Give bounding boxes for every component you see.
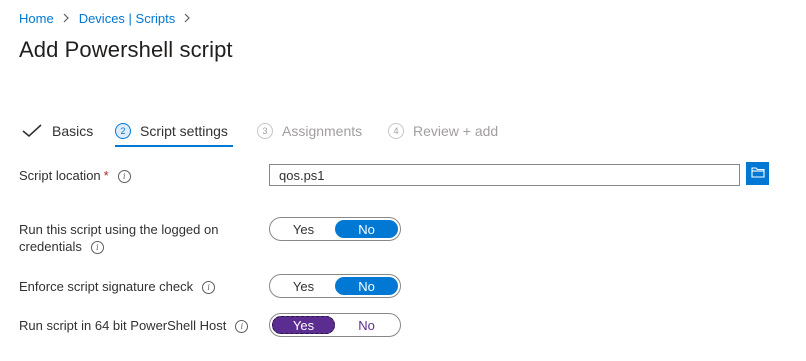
tab-assignments-label: Assignments — [282, 123, 363, 139]
info-icon[interactable]: i — [235, 320, 249, 333]
folder-icon — [750, 166, 765, 181]
step-number-badge: 3 — [257, 123, 273, 139]
toggle-yes-option[interactable]: Yes — [272, 277, 335, 295]
toggle-yes-option[interactable]: Yes — [272, 220, 335, 238]
info-icon[interactable]: i — [90, 241, 104, 254]
step-number-badge: 2 — [115, 123, 131, 139]
run-64bit-label-row: Run script in 64 bit PowerShell Host i — [19, 317, 249, 334]
tab-script-settings[interactable]: 2 Script settings — [115, 118, 228, 144]
step-number-badge: 4 — [388, 123, 404, 139]
script-location-label: Script location — [19, 168, 101, 183]
run-64bit-label: Run script in 64 bit PowerShell Host — [19, 318, 227, 333]
script-location-label-row: Script location * i — [19, 167, 131, 184]
add-powershell-script-page: Home Devices | Scripts Add Powershell sc… — [0, 0, 806, 361]
toggle-yes-option[interactable]: Yes — [272, 316, 335, 334]
checkmark-icon — [22, 124, 42, 138]
info-icon[interactable]: i — [117, 170, 131, 183]
info-icon[interactable]: i — [202, 281, 216, 294]
tab-script-settings-label: Script settings — [140, 123, 228, 139]
tab-basics-label: Basics — [52, 123, 94, 139]
page-title: Add Powershell script — [19, 37, 233, 62]
chevron-right-icon — [63, 11, 70, 27]
script-location-input[interactable] — [269, 164, 740, 186]
tab-basics[interactable]: Basics — [22, 118, 93, 144]
run-logged-on-label-row: Run this script using the logged on cred… — [19, 221, 218, 255]
run-logged-on-label-line2: credentials — [19, 239, 82, 254]
breadcrumb-home-link[interactable]: Home — [19, 11, 54, 27]
toggle-no-option[interactable]: No — [335, 277, 398, 295]
breadcrumb: Home Devices | Scripts — [19, 11, 200, 27]
run-logged-on-label-line1: Run this script using the logged on — [19, 222, 219, 237]
run-logged-on-toggle[interactable]: Yes No — [269, 217, 401, 241]
run-64bit-toggle[interactable]: Yes No — [269, 313, 401, 337]
enforce-signature-label: Enforce script signature check — [19, 279, 194, 294]
tab-review-add[interactable]: 4 Review + add — [388, 118, 498, 144]
toggle-no-option[interactable]: No — [335, 316, 398, 334]
required-marker: * — [103, 168, 109, 183]
tab-review-add-label: Review + add — [413, 123, 499, 139]
tab-assignments[interactable]: 3 Assignments — [257, 118, 362, 144]
breadcrumb-devices-scripts-link[interactable]: Devices | Scripts — [79, 11, 176, 27]
active-tab-indicator — [115, 145, 233, 147]
enforce-signature-toggle[interactable]: Yes No — [269, 274, 401, 298]
browse-file-button[interactable] — [746, 162, 769, 185]
toggle-no-option[interactable]: No — [335, 220, 398, 238]
enforce-signature-label-row: Enforce script signature check i — [19, 278, 216, 295]
chevron-right-icon — [184, 11, 191, 27]
